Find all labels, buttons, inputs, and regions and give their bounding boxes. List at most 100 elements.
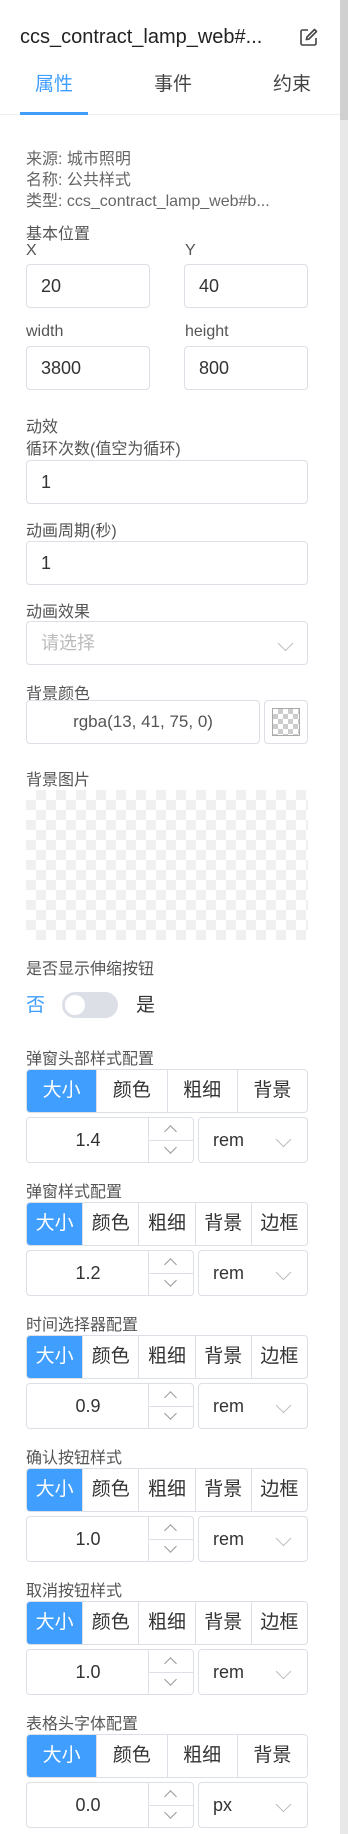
style-segment-button[interactable]: 背景 <box>194 1602 251 1644</box>
chevron-down-icon <box>275 1264 292 1281</box>
unit-value: rem <box>213 1529 244 1549</box>
expand-toggle-label: 是否显示伸缩按钮 <box>26 961 155 978</box>
style-segment-button[interactable]: 颜色 <box>96 1735 166 1777</box>
style-segment-button[interactable]: 粗细 <box>166 1735 237 1777</box>
y-input[interactable]: 40 <box>184 264 308 308</box>
size-value[interactable]: 1.0 <box>27 1517 149 1561</box>
scrollbar[interactable] <box>340 0 348 1834</box>
style-segment-button[interactable]: 大小 <box>27 1469 83 1511</box>
tab-events[interactable]: 事件 <box>138 68 208 114</box>
unit-select[interactable]: rem <box>198 1250 308 1296</box>
tab-constraints[interactable]: 约束 <box>257 68 327 114</box>
x-input[interactable]: 20 <box>26 264 150 308</box>
size-number-input[interactable]: 1.0 <box>26 1516 194 1562</box>
style-segment-button[interactable]: 大小 <box>27 1070 97 1112</box>
size-number-input[interactable]: 0.9 <box>26 1383 194 1429</box>
caret-down-icon[interactable] <box>149 1406 193 1428</box>
width-input[interactable]: 3800 <box>26 346 150 390</box>
size-number-input[interactable]: 1.0 <box>26 1649 194 1695</box>
size-value[interactable]: 1.4 <box>27 1118 149 1162</box>
unit-select[interactable]: rem <box>198 1117 308 1163</box>
caret-up-icon[interactable] <box>149 1650 193 1673</box>
style-segment-button[interactable]: 颜色 <box>82 1203 138 1245</box>
caret-up-icon[interactable] <box>149 1251 193 1274</box>
edit-icon[interactable] <box>298 26 320 48</box>
loop-count-input[interactable]: 1 <box>26 460 308 504</box>
unit-value: px <box>213 1795 233 1815</box>
caret-up-icon[interactable] <box>149 1517 193 1540</box>
bg-color-input[interactable]: rgba(13, 41, 75, 0) <box>26 700 260 744</box>
caret-down-icon[interactable] <box>149 1140 193 1162</box>
caret-down-icon[interactable] <box>149 1805 193 1827</box>
size-value[interactable]: 0.9 <box>27 1384 149 1428</box>
unit-select[interactable]: rem <box>198 1383 308 1429</box>
style-segment-button[interactable]: 粗细 <box>138 1203 194 1245</box>
unit-value: rem <box>213 1263 244 1283</box>
style-segment-button[interactable]: 颜色 <box>96 1070 166 1112</box>
stepper-controls <box>148 1118 193 1162</box>
caret-down-icon[interactable] <box>149 1672 193 1694</box>
unit-select[interactable]: px <box>198 1782 308 1828</box>
stepper-controls <box>148 1517 193 1561</box>
width-label: width <box>26 323 64 340</box>
scrollbar-thumb[interactable] <box>340 0 348 120</box>
chevron-down-icon <box>275 1397 292 1414</box>
caret-down-icon[interactable] <box>149 1539 193 1561</box>
x-label: X <box>26 242 37 259</box>
style-segment-button[interactable]: 背景 <box>194 1203 251 1245</box>
size-value[interactable]: 1.2 <box>27 1251 149 1295</box>
size-value[interactable]: 1.0 <box>27 1650 149 1694</box>
style-segment-button[interactable]: 粗细 <box>138 1602 194 1644</box>
caret-up-icon[interactable] <box>149 1384 193 1407</box>
tab-properties[interactable]: 属性 <box>19 68 89 114</box>
style-segment-button[interactable]: 背景 <box>236 1735 307 1777</box>
height-input[interactable]: 800 <box>184 346 308 390</box>
expand-toggle-row: 否 是 <box>26 990 226 1018</box>
style-segment-button[interactable]: 粗细 <box>138 1336 194 1378</box>
style-segment-button[interactable]: 边框 <box>250 1336 307 1378</box>
size-value[interactable]: 0.0 <box>27 1783 149 1827</box>
style-segment-button[interactable]: 背景 <box>194 1336 251 1378</box>
size-number-input[interactable]: 0.0 <box>26 1782 194 1828</box>
style-segment-button[interactable]: 大小 <box>27 1602 83 1644</box>
style-property-selector: 大小 颜色 粗细 背景 边框 <box>26 1601 308 1645</box>
style-segment-button[interactable]: 粗细 <box>138 1469 194 1511</box>
animation-effect-select[interactable]: 请选择 <box>26 621 308 665</box>
style-segment-button[interactable]: 边框 <box>250 1602 307 1644</box>
component-title: ccs_contract_lamp_web#... <box>20 26 263 48</box>
transparent-swatch-icon <box>272 708 300 736</box>
color-picker-button[interactable] <box>264 700 308 744</box>
animation-period-input[interactable]: 1 <box>26 541 308 585</box>
style-segment-button[interactable]: 大小 <box>27 1203 83 1245</box>
caret-up-icon[interactable] <box>149 1118 193 1141</box>
style-group-label: 弹窗样式配置 <box>26 1184 123 1201</box>
type-info: 类型: ccs_contract_lamp_web#b... <box>26 193 270 210</box>
style-segment-button[interactable]: 背景 <box>194 1469 251 1511</box>
expand-toggle-switch[interactable] <box>62 992 118 1018</box>
style-segment-button[interactable]: 边框 <box>250 1469 307 1511</box>
unit-select[interactable]: rem <box>198 1516 308 1562</box>
bg-image-upload[interactable] <box>26 790 308 940</box>
style-segment-button[interactable]: 颜色 <box>82 1602 138 1644</box>
style-segment-button[interactable]: 背景 <box>236 1070 307 1112</box>
style-group-label: 弹窗头部样式配置 <box>26 1051 155 1068</box>
style-segment-button[interactable]: 大小 <box>27 1735 97 1777</box>
size-number-input[interactable]: 1.4 <box>26 1117 194 1163</box>
toggle-knob <box>65 995 85 1015</box>
caret-down-icon[interactable] <box>149 1273 193 1295</box>
style-group-label: 确认按钮样式 <box>26 1450 123 1467</box>
panel-header: ccs_contract_lamp_web#... <box>20 24 320 52</box>
active-tab-indicator <box>20 112 88 115</box>
unit-select[interactable]: rem <box>198 1649 308 1695</box>
style-segment-button[interactable]: 大小 <box>27 1336 83 1378</box>
style-segment-button[interactable]: 边框 <box>250 1203 307 1245</box>
size-number-input[interactable]: 1.2 <box>26 1250 194 1296</box>
caret-up-icon[interactable] <box>149 1783 193 1806</box>
position-section-label: 基本位置 <box>26 226 91 243</box>
style-segment-button[interactable]: 颜色 <box>82 1469 138 1511</box>
style-property-selector: 大小 颜色 粗细 背景 边框 <box>26 1468 308 1512</box>
chevron-down-icon <box>275 1131 292 1148</box>
animation-effect-label: 动画效果 <box>26 604 91 621</box>
style-segment-button[interactable]: 粗细 <box>166 1070 237 1112</box>
style-segment-button[interactable]: 颜色 <box>82 1336 138 1378</box>
